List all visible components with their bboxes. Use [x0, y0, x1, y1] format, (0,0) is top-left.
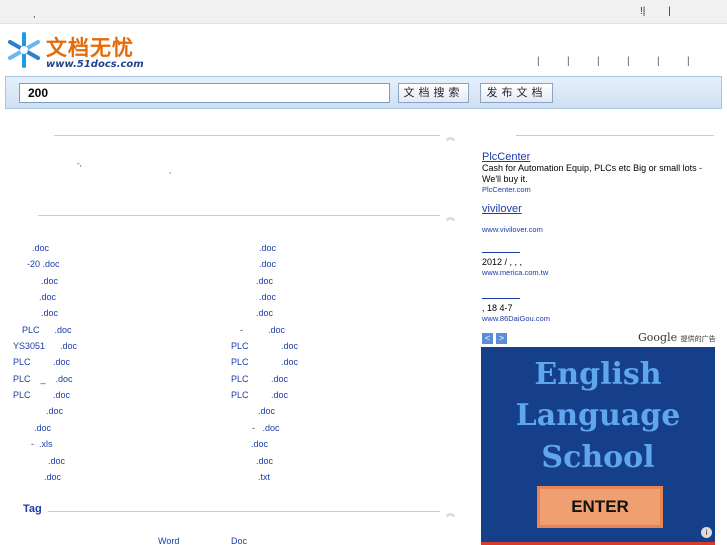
ad-title-underline[interactable] [482, 298, 520, 299]
google-ads-label[interactable]: Google 提供的广告 [638, 331, 716, 344]
ad-url[interactable]: www.86DaiGou.com [482, 314, 714, 323]
ad-url[interactable]: www.merica.com.tw [482, 268, 714, 277]
ad-description: 2012 / , , , [482, 257, 523, 267]
doc-link[interactable]: PLC .doc [13, 357, 70, 367]
doc-link[interactable]: .doc [259, 292, 276, 302]
doc-link[interactable]: .doc [258, 406, 275, 416]
collapse-icon[interactable]: ︽ [446, 210, 455, 223]
doc-link[interactable]: .doc [41, 308, 58, 318]
info-icon[interactable]: i [701, 527, 712, 538]
section-divider [54, 135, 440, 136]
doc-link[interactable]: .doc [44, 472, 61, 482]
doc-link[interactable]: - .doc [240, 325, 285, 335]
sidebar-divider [516, 135, 714, 136]
logo-url: www.51docs.com [46, 59, 144, 70]
nav-item[interactable]: | [537, 56, 567, 67]
ad-title[interactable]: PlcCenter [482, 151, 714, 163]
banner-line-2: Language [515, 398, 681, 433]
tag-link-word[interactable]: Word [158, 536, 179, 545]
top-link-1[interactable]: !| [640, 6, 645, 17]
ad-description: , 18 4-7 [482, 303, 513, 313]
logo-text: 文档无忧 [46, 36, 134, 60]
tag-section-title: Tag [23, 503, 42, 515]
banner-ad[interactable]: English Language School ENTER i [481, 347, 715, 545]
enter-button[interactable]: ENTER [537, 486, 663, 528]
nav-item[interactable]: | [687, 56, 717, 67]
site-logo[interactable]: 文档无忧 www.51docs.com [6, 32, 146, 72]
doc-link[interactable]: .txt [258, 472, 270, 482]
collapse-icon[interactable]: ︽ [446, 506, 455, 519]
doc-link[interactable]: .doc [39, 292, 56, 302]
doc-link[interactable]: .doc [256, 308, 273, 318]
intro-text-2: , [169, 166, 172, 175]
doc-link[interactable]: -20 .doc [27, 259, 60, 269]
doc-link[interactable]: .doc [259, 243, 276, 253]
doc-link[interactable]: - .xls [31, 439, 53, 449]
search-input[interactable] [19, 83, 390, 103]
doc-link[interactable]: YS3051 .doc [13, 341, 77, 351]
doc-link[interactable]: .doc [256, 276, 273, 286]
text-ad[interactable]: PlcCenter Cash for Automation Equip, PLC… [482, 151, 714, 194]
nav-item[interactable]: | [567, 56, 597, 67]
prev-arrow-icon[interactable]: < [482, 333, 493, 344]
text-ad[interactable]: 2012 / , , , www.merica.com.tw [482, 252, 714, 277]
doc-link[interactable]: PLC .doc [231, 374, 288, 384]
ads-by-label: 提供的广告 [680, 335, 716, 343]
doc-link[interactable]: .doc [251, 439, 268, 449]
nav-item[interactable]: | [597, 56, 627, 67]
text-ad[interactable]: , 18 4-7 www.86DaiGou.com [482, 298, 714, 323]
doc-link[interactable]: PLC .doc [231, 390, 288, 400]
top-bar: , !| | [0, 0, 727, 24]
top-bar-separator: , [33, 9, 36, 19]
collapse-icon[interactable]: ︽ [446, 130, 455, 143]
ad-title-underline[interactable] [482, 252, 520, 253]
ad-description: Cash for Automation Equip, PLCs etc Big … [482, 163, 703, 184]
nav-item[interactable]: | [627, 56, 657, 67]
intro-text-1: -, [77, 159, 82, 168]
top-link-2[interactable]: | [668, 6, 671, 17]
doc-link[interactable]: .doc [34, 423, 51, 433]
search-button[interactable]: 文档搜索 [398, 83, 469, 103]
publish-button[interactable]: 发布文档 [480, 83, 553, 103]
doc-link[interactable]: .doc [259, 259, 276, 269]
doc-link[interactable]: PLC .doc [231, 341, 298, 351]
doc-link[interactable]: PLC _ .doc [13, 374, 73, 384]
ad-url[interactable]: PlcCenter.com [482, 185, 714, 194]
doc-link[interactable]: PLC .doc [22, 325, 72, 335]
doc-link[interactable]: PLC .doc [231, 357, 298, 367]
tag-link-doc[interactable]: Doc [231, 536, 247, 545]
section-divider [48, 511, 440, 512]
doc-link[interactable]: - .doc [252, 423, 280, 433]
doc-link[interactable]: .doc [48, 456, 65, 466]
header-nav: | | | | | | [537, 56, 717, 67]
top-bar-links: !| | [640, 6, 691, 17]
doc-link[interactable]: .doc [256, 456, 273, 466]
text-ad[interactable]: vivilover www.vivilover.com [482, 203, 714, 234]
logo-star-icon [8, 32, 40, 68]
next-arrow-icon[interactable]: > [496, 333, 507, 344]
doc-link[interactable]: .doc [46, 406, 63, 416]
nav-item[interactable]: | [657, 56, 687, 67]
banner-line-3: School [541, 440, 655, 475]
google-logo: Google [638, 331, 678, 344]
banner-line-1: English [534, 357, 662, 392]
ad-url[interactable]: www.vivilover.com [482, 225, 714, 234]
doc-link[interactable]: .doc [32, 243, 49, 253]
section-divider [38, 215, 440, 216]
search-bar: 文档搜索 发布文档 [5, 76, 722, 109]
ad-pager: < > [482, 333, 510, 344]
doc-link[interactable]: .doc [41, 276, 58, 286]
ad-title[interactable]: vivilover [482, 203, 714, 215]
doc-link[interactable]: PLC .doc [13, 390, 70, 400]
